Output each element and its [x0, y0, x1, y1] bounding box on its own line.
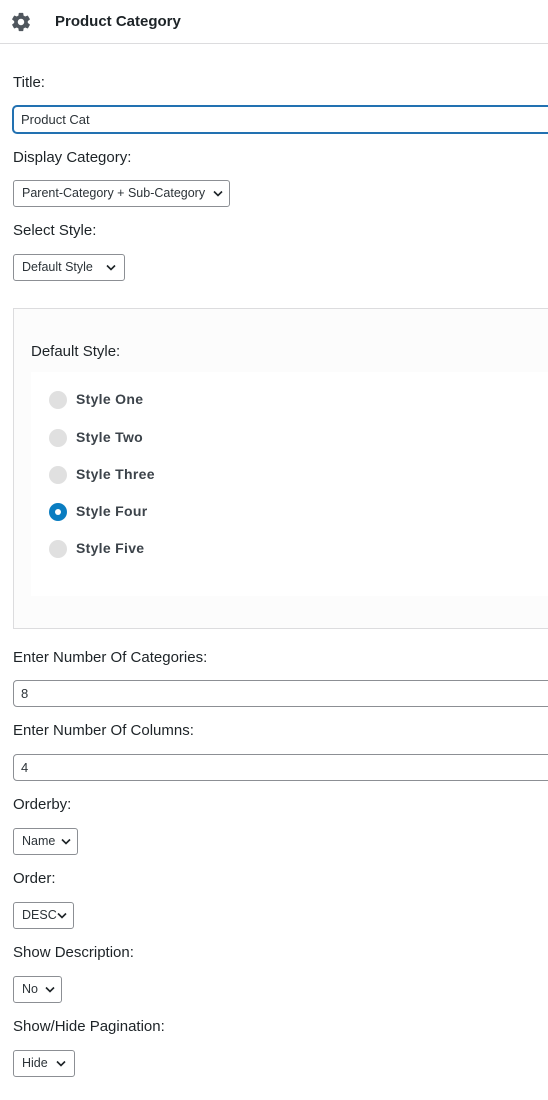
num-categories-label: Enter Number Of Categories: [13, 649, 208, 666]
show-description-value: No [22, 982, 38, 996]
panel-header[interactable]: Product Category [0, 0, 548, 44]
radio-button[interactable] [49, 540, 67, 558]
show-description-select[interactable]: No [13, 976, 62, 1003]
radio-button-checked[interactable] [49, 503, 67, 521]
style-option-label: Style One [76, 391, 144, 407]
style-option-label: Style Two [76, 429, 144, 445]
radio-button[interactable] [49, 391, 67, 409]
panel-title: Product Category [55, 13, 181, 30]
orderby-value: Name [22, 834, 56, 848]
orderby-select[interactable]: Name [13, 828, 78, 855]
num-categories-input[interactable]: 8 [13, 680, 548, 707]
style-option-label: Style Five [76, 540, 145, 556]
select-style-select[interactable]: Default Style [13, 254, 125, 281]
order-value: DESC [22, 908, 57, 922]
chevron-down-icon [61, 838, 71, 845]
num-columns-label: Enter Number Of Columns: [13, 722, 194, 739]
order-select[interactable]: DESC [13, 902, 74, 929]
select-style-label: Select Style: [13, 222, 97, 239]
style-options-list: Style One Style Two Style Three Style Fo… [31, 372, 548, 596]
chevron-down-icon [106, 264, 116, 271]
orderby-label: Orderby: [13, 796, 72, 813]
default-style-box: Default Style: Style One Style Two Style… [13, 308, 548, 629]
default-style-label: Default Style: [31, 343, 121, 360]
pagination-label: Show/Hide Pagination: [13, 1018, 165, 1035]
select-style-value: Default Style [22, 260, 93, 274]
show-description-label: Show Description: [13, 944, 134, 961]
radio-button[interactable] [49, 466, 67, 484]
display-category-value: Parent-Category + Sub-Category [22, 186, 206, 200]
pagination-select[interactable]: Hide [13, 1050, 75, 1077]
chevron-down-icon [45, 986, 55, 993]
style-option-label: Style Four [76, 503, 148, 519]
num-columns-input[interactable]: 4 [13, 754, 548, 781]
title-input[interactable]: Product Cat [13, 106, 548, 133]
radio-button[interactable] [49, 429, 67, 447]
title-label: Title: [13, 74, 45, 91]
order-label: Order: [13, 870, 56, 887]
pagination-value: Hide [22, 1056, 48, 1070]
widget-settings-panel: Product Category Title: Product Cat Disp… [0, 0, 548, 1100]
display-category-select[interactable]: Parent-Category + Sub-Category [13, 180, 231, 207]
chevron-down-icon [57, 912, 67, 919]
display-category-label: Display Category: [13, 149, 132, 166]
style-option-label: Style Three [76, 466, 155, 482]
chevron-down-icon [56, 1060, 66, 1067]
chevron-down-icon [213, 190, 223, 197]
gear-icon[interactable] [10, 11, 32, 33]
